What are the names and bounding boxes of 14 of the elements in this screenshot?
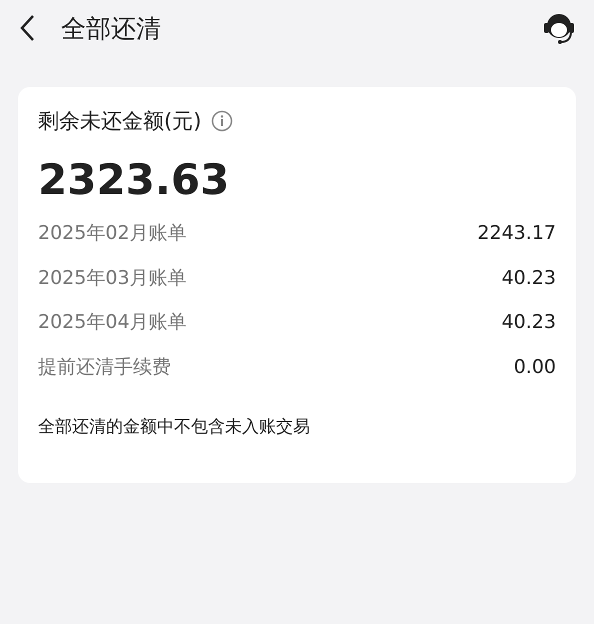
amount-value: 2323.63 xyxy=(38,155,230,206)
bill-amount: 0.00 xyxy=(514,356,556,378)
bill-label: 提前还清手续费 xyxy=(38,354,171,380)
page-title: 全部还清 xyxy=(61,12,162,44)
amount-label: 剩余未还金额(元) xyxy=(38,108,202,135)
note-text: 全部还清的金额中不包含未入账交易 xyxy=(38,416,311,438)
bill-label: 2025年04月账单 xyxy=(38,310,187,336)
bill-amount: 40.23 xyxy=(502,266,556,289)
bill-amount: 2243.17 xyxy=(477,222,556,244)
back-icon[interactable] xyxy=(19,14,35,42)
info-icon[interactable] xyxy=(211,110,234,132)
bill-label: 2025年02月账单 xyxy=(38,221,187,246)
bill-amount: 40.23 xyxy=(502,311,556,334)
bill-label: 2025年03月账单 xyxy=(38,266,187,291)
